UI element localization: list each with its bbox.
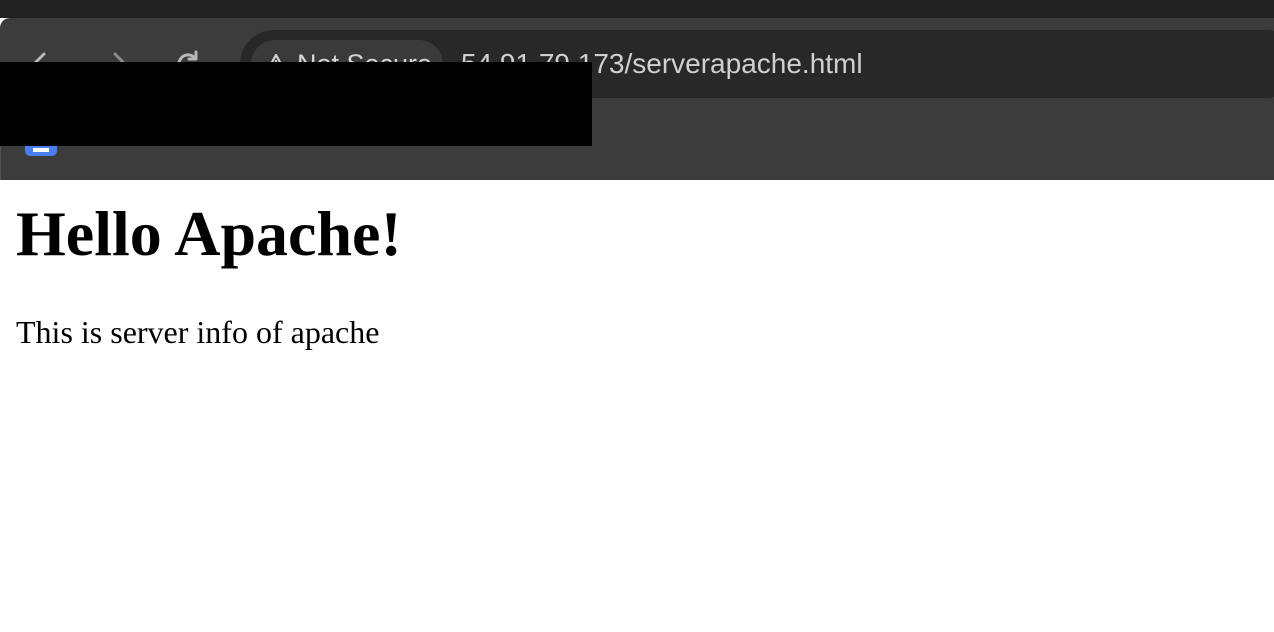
page-heading: Hello Apache! — [16, 198, 402, 269]
page-content: Hello Apache! This is server info of apa… — [16, 180, 1256, 350]
window-top-strip — [0, 0, 1274, 18]
redaction-block — [0, 62, 592, 146]
page-paragraph: This is server info of apache — [16, 314, 380, 350]
browser-window: Not Secure 54.91.79.173/serverapache.htm… — [0, 0, 1274, 632]
